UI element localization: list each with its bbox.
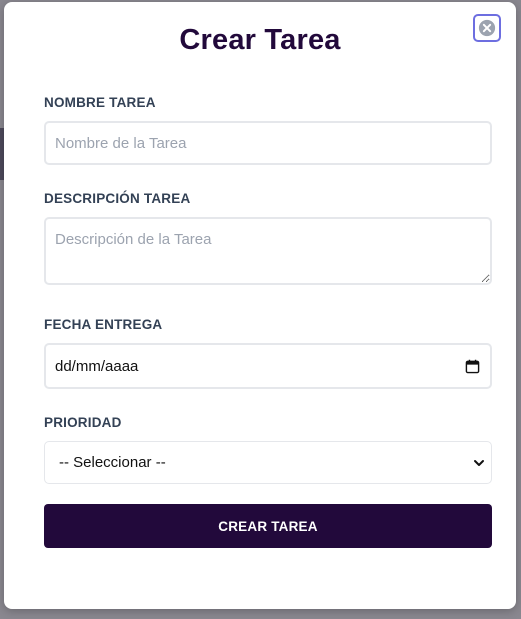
due-date-label: FECHA ENTREGA — [44, 317, 163, 332]
task-name-label: NOMBRE TAREA — [44, 95, 156, 110]
due-date-input[interactable]: dd/mm/aaaa — [44, 343, 492, 389]
create-task-modal: Crear Tarea NOMBRE TAREA DESCRIPCIÓN TAR… — [4, 2, 516, 609]
task-name-input[interactable] — [44, 121, 492, 165]
create-task-button[interactable]: CREAR TAREA — [44, 504, 492, 548]
calendar-icon[interactable] — [465, 359, 480, 374]
priority-label: PRIORIDAD — [44, 415, 122, 430]
priority-selected-value: -- Seleccionar -- — [59, 454, 166, 471]
priority-select[interactable]: -- Seleccionar -- — [44, 441, 492, 484]
task-description-label: DESCRIPCIÓN TAREA — [44, 191, 191, 206]
modal-title: Crear Tarea — [179, 24, 341, 56]
due-date-value: dd/mm/aaaa — [55, 357, 139, 375]
chevron-down-icon — [474, 459, 484, 466]
task-description-textarea[interactable] — [44, 217, 492, 285]
